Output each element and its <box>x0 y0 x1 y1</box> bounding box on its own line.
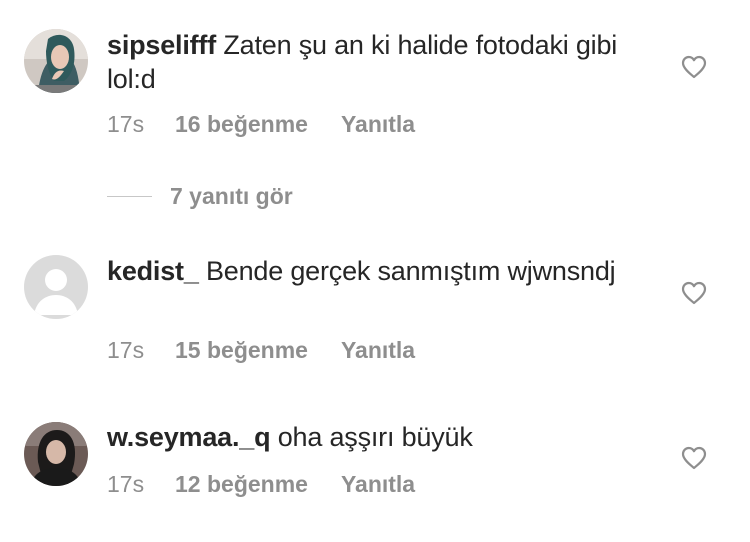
avatar-photo <box>24 422 88 486</box>
comment-meta: 17s 12 beğenme Yanıtla <box>107 471 415 498</box>
reply-button[interactable]: Yanıtla <box>341 471 415 498</box>
heart-outline-icon[interactable] <box>681 446 707 470</box>
comment-body: w.seymaa._q oha aşşırı büyük <box>107 420 647 454</box>
comment-item: w.seymaa._q oha aşşırı büyük 17s 12 beğen… <box>0 0 750 542</box>
comment-text: oha aşşırı büyük <box>277 422 473 452</box>
like-count-button[interactable]: 12 beğenme <box>175 471 308 498</box>
comment-username[interactable]: w.seymaa._q <box>107 422 271 452</box>
comment-time: 17s <box>107 471 145 497</box>
avatar[interactable] <box>24 422 88 486</box>
